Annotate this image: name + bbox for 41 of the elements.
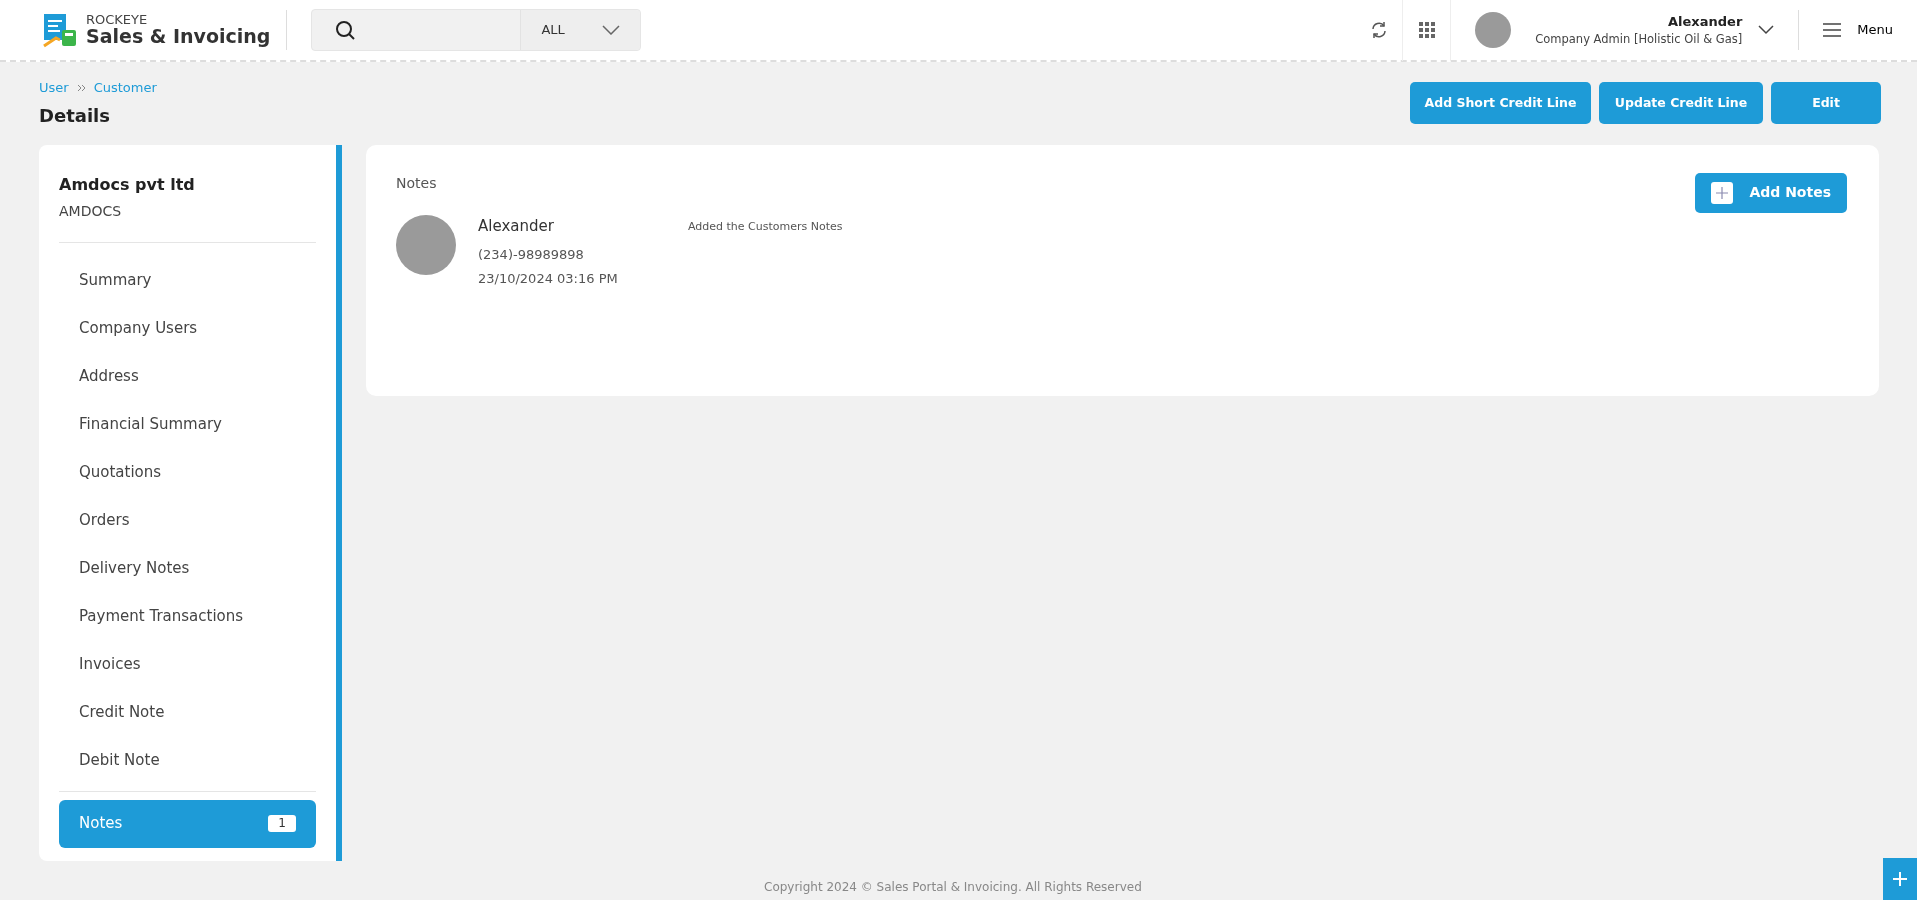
- sidebar-item[interactable]: Orders: [59, 496, 316, 545]
- sidebar-item[interactable]: Quotations: [59, 448, 316, 497]
- user-role: Company Admin [Holistic Oil & Gas]: [1535, 31, 1743, 49]
- logo-icon: [42, 12, 78, 48]
- sidebar-item[interactable]: Payment Transactions: [59, 592, 316, 641]
- customer-name: Amdocs pvt ltd: [59, 173, 196, 196]
- sidebar-item[interactable]: Delivery Notes: [59, 544, 316, 593]
- plus-icon: [1711, 181, 1734, 204]
- app-title: Sales & Invoicing: [86, 26, 271, 47]
- avatar: [1475, 12, 1512, 48]
- sidebar-item[interactable]: Financial Summary: [59, 400, 316, 449]
- page-title: Details: [39, 103, 111, 128]
- user-name: Alexander: [1667, 12, 1743, 31]
- sidebar-item[interactable]: Notes 1: [59, 799, 316, 848]
- grid-icon: [1418, 22, 1435, 38]
- search-field[interactable]: ALL: [311, 9, 642, 51]
- plus-icon: [1893, 872, 1907, 886]
- note-text: Added the Customers Notes: [688, 218, 843, 235]
- note-phone: (234)-98989898: [478, 246, 585, 264]
- note-author: Alexander: [478, 215, 555, 237]
- chevron-down-icon: [602, 25, 621, 35]
- section-title: Notes: [396, 173, 437, 193]
- sidebar-item[interactable]: Debit Note: [59, 736, 316, 785]
- search-icon: [334, 19, 357, 41]
- note-date: 23/10/2024 03:16 PM: [478, 269, 619, 288]
- menu-icon: [1823, 23, 1842, 37]
- chevron-down-icon: [1758, 25, 1775, 35]
- sidebar-item[interactable]: Credit Note: [59, 688, 316, 737]
- customer-code: AMDOCS: [59, 201, 123, 221]
- refresh-icon: [1369, 21, 1388, 39]
- sidebar-item[interactable]: Company Users: [59, 304, 316, 353]
- count-badge: 1: [268, 815, 296, 832]
- menu-button[interactable]: Menu: [1799, 19, 1917, 41]
- user-menu[interactable]: Alexander Company Admin [Holistic Oil & Gas]: [1451, 10, 1799, 50]
- sidebar-item[interactable]: Summary: [59, 256, 316, 305]
- chevrons-icon: [76, 83, 86, 92]
- sidebar-item[interactable]: Address: [59, 352, 316, 401]
- brand-name: ROCKEYE: [86, 13, 149, 27]
- sidebar-item[interactable]: Invoices: [59, 640, 316, 689]
- footer-text: Copyright 2024 © Sales Portal & Invoicing. All Rights Reserved: [763, 879, 1143, 896]
- add-button[interactable]: [1883, 858, 1917, 900]
